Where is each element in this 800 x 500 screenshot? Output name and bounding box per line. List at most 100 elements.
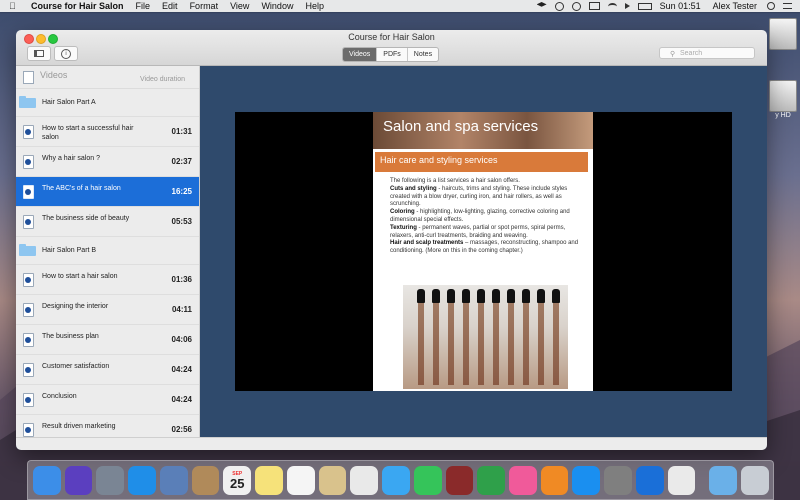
itunes-icon[interactable] (509, 465, 537, 495)
slide-item: Cuts and styling - haircuts, trims and s… (390, 186, 585, 209)
video-list-row[interactable]: Customer satisfaction 04:24 (16, 355, 199, 385)
menu-user[interactable]: Alex Tester (713, 1, 757, 11)
slide-item: Texturing - permanent waves, partial or … (390, 225, 585, 241)
toggle-sidebar-button[interactable] (27, 46, 51, 61)
slide-item-keyword: Coloring (390, 209, 415, 216)
group-label: Hair Salon Part A (42, 99, 96, 106)
folder-icon (19, 96, 36, 108)
slide-item-keyword: Cuts and styling (390, 185, 437, 192)
search-field[interactable]: ⚲ Search (659, 47, 755, 59)
search-icon: ⚲ (670, 51, 676, 58)
video-list-row[interactable]: Result driven marketing 02:56 (16, 415, 199, 438)
hard-drive-icon (769, 80, 797, 112)
video-file-icon (23, 185, 34, 199)
time-machine-icon[interactable] (571, 1, 581, 11)
mail-icon[interactable] (159, 465, 188, 495)
video-list-row[interactable]: How to start a successful hair salon 01:3… (16, 117, 199, 147)
airdrop-icon[interactable] (554, 1, 564, 11)
menu-edit[interactable]: Edit (162, 1, 178, 11)
video-duration: 04:06 (171, 335, 192, 344)
desktop-drive-2[interactable]: y HD (766, 80, 800, 119)
video-list-row[interactable]: How to start a hair salon 01:36 (16, 265, 199, 295)
facetime-icon[interactable] (413, 465, 442, 495)
video-file-icon (23, 125, 34, 139)
video-list-row[interactable]: Conclusion 04:24 (16, 385, 199, 415)
messages-icon[interactable] (382, 465, 410, 495)
sidebar-title: Videos (40, 70, 68, 80)
folder-icon (19, 244, 36, 256)
menu-file[interactable]: File (136, 1, 151, 11)
slide-item-text: - permanent waves, partial or spot perms… (390, 224, 566, 239)
video-duration: 04:24 (171, 395, 192, 404)
notification-center-icon[interactable] (783, 3, 792, 9)
menu-view[interactable]: View (230, 1, 249, 11)
menu-window[interactable]: Window (261, 1, 293, 11)
wifi-icon[interactable] (607, 2, 617, 10)
sidebar-group-row[interactable]: Hair Salon Part A (16, 89, 199, 117)
info-button[interactable]: i (54, 46, 78, 61)
hair-swatch (417, 289, 425, 385)
video-title: Why a hair salon ? (42, 155, 100, 162)
ibooks-icon[interactable] (540, 465, 569, 495)
info-icon: i (61, 48, 71, 59)
contacts-icon[interactable] (191, 465, 220, 495)
view-segmented-control: Videos PDFs Notes (342, 47, 440, 62)
apple-menu-icon[interactable]:  (9, 1, 23, 11)
sidebar-group-row[interactable]: Hair Salon Part B (16, 237, 199, 265)
hair-swatch (462, 289, 470, 385)
photos-icon[interactable] (350, 465, 379, 495)
volume-icon[interactable] (624, 3, 630, 9)
video-file-icon (23, 155, 34, 169)
tab-pdfs[interactable]: PDFs (377, 48, 408, 61)
reminders-icon[interactable] (286, 465, 315, 495)
display-icon[interactable] (588, 2, 600, 10)
hair-swatch (537, 289, 545, 385)
siri-icon[interactable] (64, 465, 93, 495)
system-preferences-icon[interactable] (604, 465, 632, 495)
tab-notes[interactable]: Notes (408, 48, 438, 61)
spotlight-icon[interactable] (767, 2, 775, 10)
finder-icon[interactable] (33, 465, 61, 495)
menu-clock[interactable]: Sun 01:51 (660, 1, 701, 11)
numbers-icon[interactable] (477, 465, 506, 495)
video-list-row[interactable]: Why a hair salon ? 02:37 (16, 147, 199, 177)
video-title: The business plan (42, 333, 99, 340)
slide-item: Coloring - highlighting, low-lighting, g… (390, 209, 585, 225)
video-file-icon (23, 273, 34, 287)
drive-icon (769, 18, 797, 50)
calendar-icon[interactable]: SEP 25 (223, 465, 252, 495)
app-store-icon[interactable] (572, 465, 601, 495)
video-list-row[interactable]: The business side of beauty 05:53 (16, 207, 199, 237)
battery-icon[interactable] (637, 2, 652, 10)
video-duration: 01:31 (171, 127, 192, 136)
trash-icon[interactable] (741, 465, 769, 495)
slide-title: Salon and spa services (383, 118, 539, 135)
launchpad-icon[interactable] (96, 465, 125, 495)
hair-swatch (447, 289, 455, 385)
video-list-row[interactable]: The business plan 04:06 (16, 325, 199, 355)
menu-app-name[interactable]: Course for Hair Salon (31, 1, 124, 11)
menu-help[interactable]: Help (305, 1, 324, 11)
photo-booth-icon[interactable] (445, 465, 474, 495)
hair-swatch-photo (403, 285, 568, 389)
teamviewer-icon[interactable] (635, 465, 664, 495)
safari-icon[interactable] (128, 465, 156, 495)
video-title: Designing the interior (42, 303, 109, 310)
video-title: The business side of beauty (42, 215, 130, 222)
dropbox-icon[interactable] (536, 2, 547, 7)
video-file-icon (23, 215, 34, 229)
tab-videos[interactable]: Videos (343, 48, 378, 61)
desktop-drive-1[interactable] (766, 18, 800, 50)
course-app-icon[interactable] (667, 465, 696, 495)
video-list-row[interactable]: Designing the interior 04:11 (16, 295, 199, 325)
preview-icon[interactable] (318, 465, 347, 495)
title-bar: Course for Hair Salon i Videos PDFs Note… (16, 30, 767, 66)
downloads-folder-icon[interactable] (709, 465, 738, 495)
video-player[interactable]: Salon and spa services Hair care and sty… (235, 112, 732, 391)
hair-swatch (552, 289, 560, 385)
notes-icon[interactable] (255, 465, 283, 495)
menu-format[interactable]: Format (190, 1, 219, 11)
video-list-row[interactable]: The ABC's of a hair salon 16:25 (16, 177, 199, 207)
video-duration: 04:24 (171, 365, 192, 374)
group-label: Hair Salon Part B (42, 247, 97, 254)
